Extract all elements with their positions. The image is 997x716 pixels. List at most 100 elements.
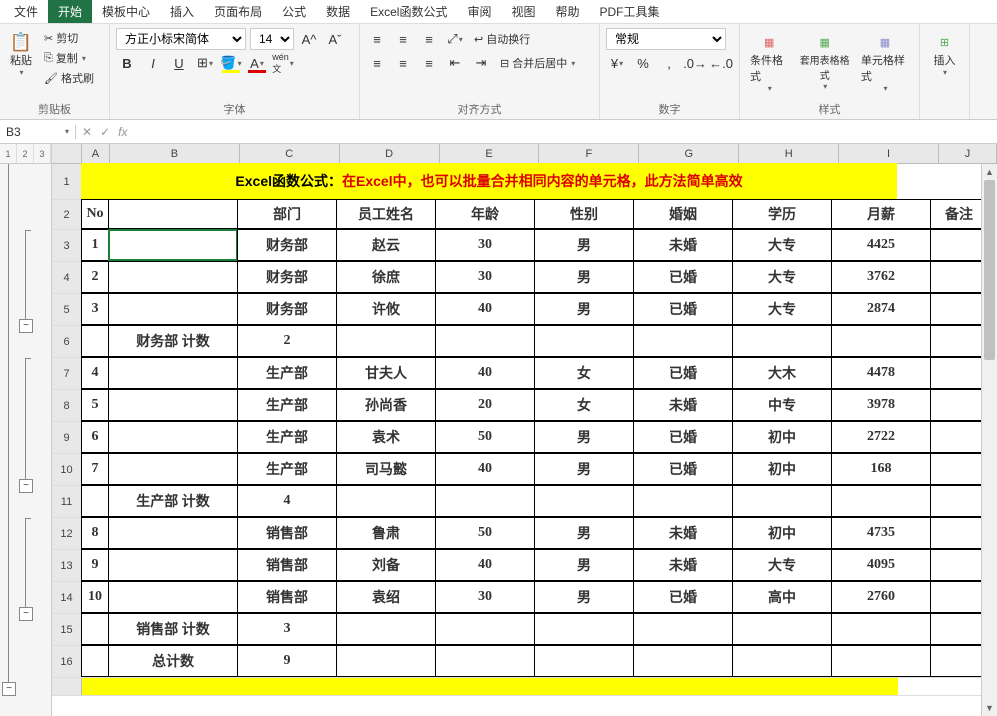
row-header[interactable]: 15	[52, 614, 82, 645]
cell[interactable]: 男	[534, 581, 634, 613]
cell[interactable]	[732, 645, 832, 677]
cell[interactable]	[81, 485, 109, 517]
cell[interactable]	[108, 261, 238, 293]
cell[interactable]: 未婚	[633, 517, 733, 549]
cell[interactable]: 50	[435, 517, 535, 549]
cell[interactable]: 2	[237, 325, 337, 357]
conditional-format-button[interactable]: ▦ 条件格式▾	[746, 28, 792, 97]
cell[interactable]: 10	[81, 581, 109, 613]
cell[interactable]: 生产部	[237, 421, 337, 453]
cell[interactable]	[930, 229, 988, 261]
indent-dec-button[interactable]: ⇤	[444, 52, 466, 74]
cell[interactable]: 未婚	[633, 229, 733, 261]
row-header[interactable]: 3	[52, 230, 82, 261]
format-painter-button[interactable]: 🖌格式刷	[40, 68, 98, 88]
font-color-button[interactable]: A▾	[246, 52, 268, 74]
increase-decimal-button[interactable]: .0→	[684, 52, 706, 74]
cell[interactable]: 7	[81, 453, 109, 485]
outline-level-1[interactable]: 1	[0, 144, 17, 163]
cell[interactable]	[930, 581, 988, 613]
cell[interactable]: 袁术	[336, 421, 436, 453]
cell[interactable]: 3	[237, 613, 337, 645]
menu-file[interactable]: 文件	[4, 0, 48, 23]
cell[interactable]: 大专	[732, 293, 832, 325]
cell[interactable]	[633, 325, 733, 357]
cell[interactable]: 总计数	[108, 645, 238, 677]
currency-button[interactable]: ¥▾	[606, 52, 628, 74]
comma-button[interactable]: ,	[658, 52, 680, 74]
cell[interactable]: 未婚	[633, 389, 733, 421]
cell[interactable]	[930, 645, 988, 677]
cell[interactable]: 40	[435, 453, 535, 485]
header-note[interactable]: 备注	[930, 199, 988, 229]
cell[interactable]: 财务部	[237, 261, 337, 293]
cell[interactable]: 初中	[732, 453, 832, 485]
cell[interactable]	[435, 613, 535, 645]
indent-inc-button[interactable]: ⇥	[470, 52, 492, 74]
col-header-C[interactable]: C	[240, 144, 340, 163]
cell[interactable]	[534, 645, 634, 677]
confirm-formula-icon[interactable]: ✓	[100, 125, 110, 139]
cell[interactable]: 6	[81, 421, 109, 453]
scroll-thumb[interactable]	[984, 180, 995, 360]
cell[interactable]: 9	[237, 645, 337, 677]
cell[interactable]	[930, 549, 988, 581]
header-no[interactable]: No	[81, 199, 109, 229]
cell[interactable]	[108, 517, 238, 549]
table-format-button[interactable]: ▦ 套用表格格式▾	[794, 28, 854, 97]
outline-collapse-button[interactable]: −	[2, 682, 16, 696]
cell[interactable]: 4735	[831, 517, 931, 549]
outline-collapse-button[interactable]: −	[19, 479, 33, 493]
cell[interactable]	[534, 325, 634, 357]
cell[interactable]: 初中	[732, 517, 832, 549]
cell[interactable]: 未婚	[633, 549, 733, 581]
cell[interactable]	[336, 325, 436, 357]
menu-review[interactable]: 审阅	[457, 0, 501, 23]
cell[interactable]	[633, 485, 733, 517]
align-center-button[interactable]: ≡	[392, 52, 414, 74]
cell[interactable]: 初中	[732, 421, 832, 453]
cell[interactable]: 司马懿	[336, 453, 436, 485]
number-format-select[interactable]: 常规	[606, 28, 726, 50]
cell[interactable]	[336, 485, 436, 517]
cell[interactable]: 3	[81, 293, 109, 325]
menu-layout[interactable]: 页面布局	[204, 0, 272, 23]
grid[interactable]: A B C D E F G H I J 1 Excel函数公式： 在Excel中…	[52, 144, 997, 716]
align-left-button[interactable]: ≡	[366, 52, 388, 74]
decrease-decimal-button[interactable]: ←.0	[710, 52, 732, 74]
align-right-button[interactable]: ≡	[418, 52, 440, 74]
cell[interactable]: 销售部	[237, 581, 337, 613]
cell[interactable]: 生产部	[237, 453, 337, 485]
cell[interactable]: 财务部	[237, 229, 337, 261]
menu-template[interactable]: 模板中心	[92, 0, 160, 23]
cell[interactable]: 生产部 计数	[108, 485, 238, 517]
cell[interactable]	[435, 325, 535, 357]
row-header[interactable]: 6	[52, 326, 82, 357]
cell[interactable]: 4095	[831, 549, 931, 581]
cell[interactable]	[831, 645, 931, 677]
outline-level-3[interactable]: 3	[34, 144, 51, 163]
cell[interactable]	[930, 357, 988, 389]
vertical-scrollbar[interactable]: ▲ ▼	[981, 164, 997, 716]
cell[interactable]	[930, 517, 988, 549]
menu-insert[interactable]: 插入	[160, 0, 204, 23]
cell[interactable]	[81, 325, 109, 357]
cell[interactable]: 已婚	[633, 453, 733, 485]
menu-pdf[interactable]: PDF工具集	[590, 0, 670, 23]
bold-button[interactable]: B	[116, 52, 138, 74]
cell[interactable]	[108, 549, 238, 581]
insert-cells-button[interactable]: ⊞ 插入▾	[926, 28, 963, 81]
cell[interactable]: 2760	[831, 581, 931, 613]
cell[interactable]: 4	[81, 357, 109, 389]
align-middle-button[interactable]: ≡	[392, 28, 414, 50]
cell[interactable]	[435, 485, 535, 517]
cell[interactable]	[435, 645, 535, 677]
copy-button[interactable]: ⎘复制▾	[40, 48, 98, 68]
cell[interactable]: 30	[435, 229, 535, 261]
cell[interactable]: 2874	[831, 293, 931, 325]
cell[interactable]	[336, 613, 436, 645]
cell[interactable]: 女	[534, 389, 634, 421]
cell[interactable]	[633, 613, 733, 645]
cell[interactable]: 男	[534, 549, 634, 581]
cell[interactable]: 已婚	[633, 293, 733, 325]
